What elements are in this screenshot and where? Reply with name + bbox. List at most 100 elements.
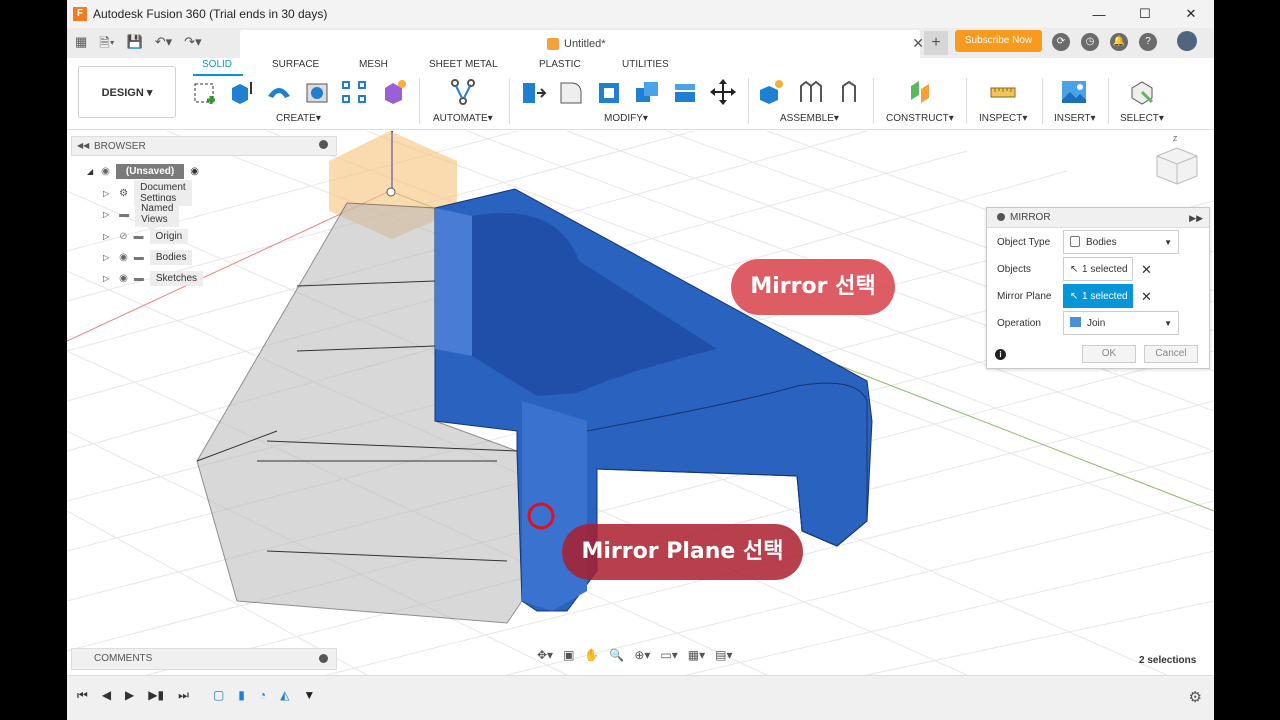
expand-triangle-icon[interactable]: ▷ — [103, 253, 109, 262]
joint-icon[interactable] — [797, 78, 825, 106]
browser-item-sketches[interactable]: ▷ ◉ ▬ Sketches — [103, 269, 204, 287]
orbit-icon[interactable]: ✥▾ — [537, 648, 553, 662]
pattern-icon[interactable] — [340, 78, 368, 106]
timeline-mirror-icon[interactable]: ◭ — [280, 688, 289, 703]
expand-triangle-icon[interactable]: ▷ — [103, 189, 109, 198]
view-cube[interactable]: Z — [1156, 136, 1198, 185]
tab-surface[interactable]: SURFACE — [272, 59, 319, 70]
look-at-icon[interactable]: ▣ — [563, 648, 574, 662]
expand-triangle-icon[interactable]: ▷ — [103, 210, 109, 219]
new-tab-button[interactable]: + — [924, 31, 948, 55]
revolve-icon[interactable] — [265, 78, 293, 106]
grid-settings-icon[interactable]: ▦▾ — [688, 648, 705, 662]
new-component-icon[interactable] — [757, 78, 785, 106]
group-assemble[interactable]: ASSEMBLE▾ — [780, 113, 839, 124]
add-comment-icon[interactable] — [319, 654, 328, 663]
timeline-marker-icon[interactable]: ▼ — [303, 688, 315, 703]
document-tab[interactable]: Untitled* ✕ — [240, 30, 924, 58]
hole-icon[interactable] — [303, 78, 331, 106]
automate-icon[interactable] — [449, 78, 477, 106]
group-select[interactable]: SELECT▾ — [1120, 113, 1164, 124]
data-panel-grid-icon[interactable]: ▦ — [75, 34, 87, 56]
select-icon[interactable] — [1128, 78, 1156, 106]
browser-item-document-settings[interactable]: ▷ ⚙ Document Settings — [103, 180, 192, 206]
press-pull-icon[interactable] — [519, 78, 547, 106]
close-tab-icon[interactable]: ✕ — [912, 35, 924, 52]
timeline-fillet-icon[interactable]: ◔ — [259, 688, 266, 703]
undo-icon[interactable]: ↶▾ — [155, 34, 172, 56]
origin-point[interactable] — [386, 187, 396, 197]
help-icon[interactable]: ? — [1139, 33, 1157, 51]
measure-icon[interactable] — [989, 78, 1017, 106]
expand-triangle-icon[interactable]: ◢ — [87, 167, 93, 176]
subscribe-now-button[interactable]: Subscribe Now — [955, 30, 1042, 52]
group-create[interactable]: CREATE▾ — [276, 113, 321, 124]
expand-triangle-icon[interactable]: ▷ — [103, 232, 109, 241]
offset-plane-icon[interactable] — [907, 78, 935, 106]
group-automate[interactable]: AUTOMATE▾ — [433, 113, 493, 124]
mirror-plane-selection-field[interactable]: ↖ 1 selected — [1063, 284, 1133, 308]
browser-item-origin[interactable]: ▷ ⊘ ▬ Origin — [103, 227, 189, 245]
cancel-button[interactable]: Cancel — [1144, 345, 1198, 363]
group-insert[interactable]: INSERT▾ — [1054, 113, 1096, 124]
offset-face-icon[interactable] — [671, 78, 699, 106]
viewports-icon[interactable]: ▤▾ — [715, 648, 732, 662]
timeline-extrude-icon[interactable]: ▮ — [238, 688, 245, 703]
mirror-dialog[interactable]: MIRROR ▶▶ Object Type Bodies ▼ Objects ↖… — [986, 207, 1210, 369]
go-to-start-icon[interactable]: ⏮ — [77, 688, 88, 703]
fit-icon[interactable]: ⊕▾ — [634, 648, 650, 662]
group-inspect[interactable]: INSPECT▾ — [979, 113, 1027, 124]
expand-triangle-icon[interactable]: ▷ — [103, 274, 109, 283]
as-built-joint-icon[interactable] — [835, 78, 863, 106]
close-icon[interactable]: ✕ — [1168, 0, 1214, 28]
ok-button[interactable]: OK — [1082, 345, 1136, 363]
notifications-icon[interactable]: 🔔 — [1110, 33, 1128, 51]
step-back-icon[interactable]: ◀ — [102, 688, 111, 703]
browser-item-bodies[interactable]: ▷ ◉ ▬ Bodies — [103, 248, 193, 266]
timeline-sketch-icon[interactable]: ▢ — [213, 688, 224, 703]
clear-mirror-plane-icon[interactable]: ✕ — [1141, 289, 1152, 305]
clear-objects-icon[interactable]: ✕ — [1141, 262, 1152, 278]
group-construct[interactable]: CONSTRUCT▾ — [886, 113, 954, 124]
tab-solid[interactable]: SOLID — [202, 59, 232, 70]
job-status-icon[interactable]: ◷ — [1081, 33, 1099, 51]
operation-select[interactable]: Join ▼ — [1063, 311, 1179, 335]
timeline-settings-gear-icon[interactable]: ⚙ — [1189, 688, 1202, 706]
combine-icon[interactable] — [633, 78, 661, 106]
pan-icon[interactable]: ✋ — [584, 648, 599, 662]
save-icon[interactable]: 💾 — [127, 34, 143, 56]
info-icon[interactable]: i — [995, 349, 1006, 360]
tab-utilities[interactable]: UTILITIES — [622, 59, 669, 70]
browser-item-named-views[interactable]: ▷ ▬ Named Views — [103, 201, 180, 227]
file-menu-icon[interactable]: 🗎▾ — [99, 34, 114, 56]
eye-icon[interactable]: ◉ — [119, 252, 128, 263]
browser-minimize-icon[interactable] — [319, 140, 328, 149]
object-type-select[interactable]: Bodies ▼ — [1063, 230, 1179, 254]
activate-radio-icon[interactable]: ◉ — [190, 166, 199, 177]
redo-icon[interactable]: ↷▾ — [184, 34, 201, 56]
create-sketch-icon[interactable] — [191, 78, 219, 106]
tab-sheet-metal[interactable]: SHEET METAL — [429, 59, 498, 70]
comments-panel[interactable]: COMMENTS — [71, 648, 337, 670]
collapse-browser-icon[interactable]: ◀◀ — [77, 141, 89, 150]
browser-panel[interactable]: ◀◀ BROWSER — [71, 136, 337, 156]
tab-plastic[interactable]: PLASTIC — [539, 59, 581, 70]
play-icon[interactable]: ▶ — [125, 688, 134, 703]
dialog-collapse-icon[interactable] — [997, 213, 1005, 221]
objects-selection-field[interactable]: ↖ 1 selected — [1063, 257, 1133, 281]
workspace-switcher[interactable]: DESIGN ▾ — [78, 66, 176, 118]
zoom-icon[interactable]: 🔍 — [609, 648, 624, 662]
eye-icon[interactable]: ◉ — [101, 166, 110, 177]
mirror-dialog-header[interactable]: MIRROR ▶▶ — [987, 208, 1209, 228]
user-avatar[interactable] — [1177, 31, 1197, 51]
eye-icon[interactable]: ◉ — [119, 273, 128, 284]
fillet-icon[interactable] — [557, 78, 585, 106]
extensions-icon[interactable]: ⟳ — [1052, 33, 1070, 51]
move-icon[interactable] — [709, 78, 737, 106]
tab-mesh[interactable]: MESH — [359, 59, 388, 70]
display-settings-icon[interactable]: ▭▾ — [660, 648, 677, 662]
group-modify[interactable]: MODIFY▾ — [604, 113, 648, 124]
extrude-icon[interactable] — [227, 78, 255, 106]
shell-icon[interactable] — [595, 78, 623, 106]
create-form-icon[interactable] — [380, 78, 408, 106]
